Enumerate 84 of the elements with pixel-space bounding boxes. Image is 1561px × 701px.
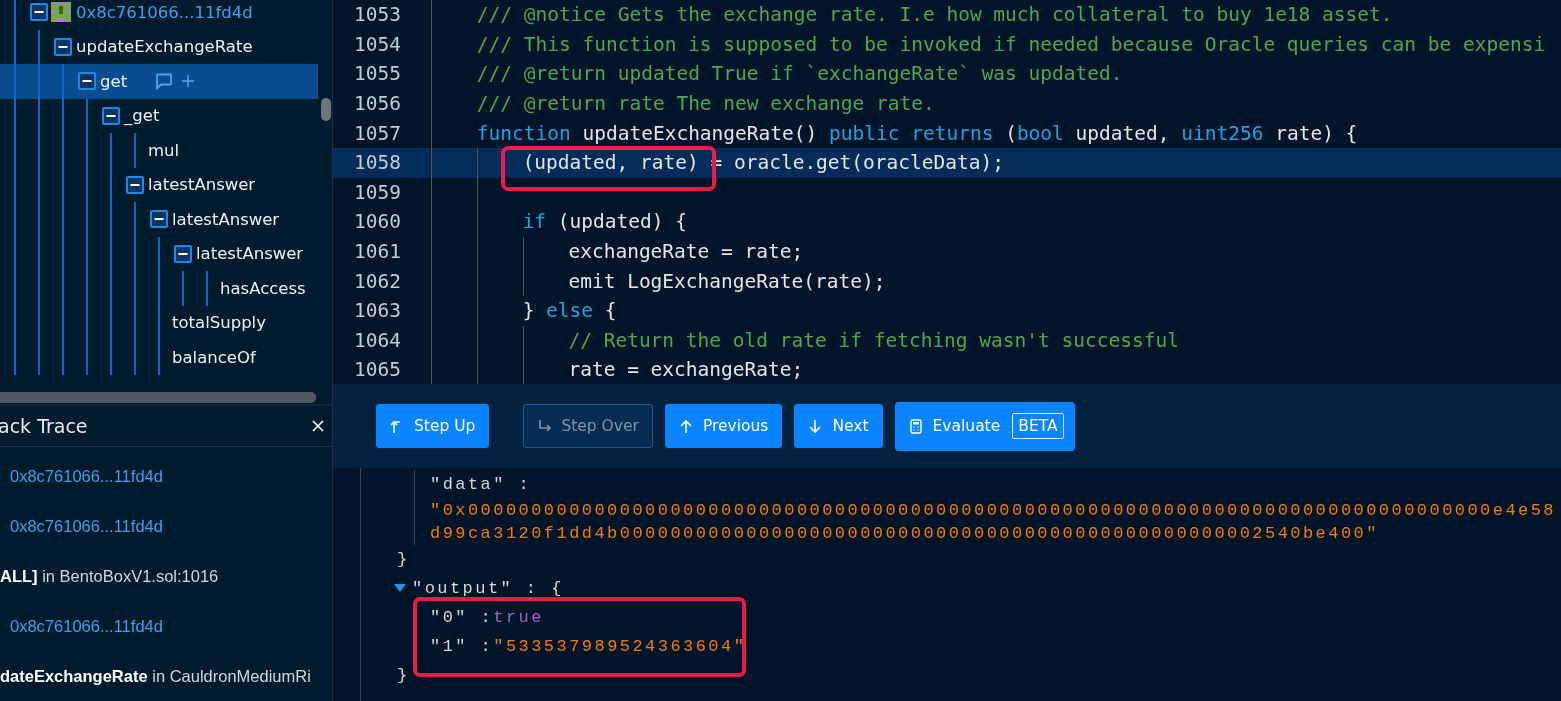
toolbar-button[interactable]: Next bbox=[794, 404, 883, 448]
collapse-toggle-icon[interactable] bbox=[174, 244, 192, 263]
code-line: rate = exchangeRate; bbox=[568, 358, 804, 382]
json-value: "0x000000000000000000000000000000000000000000000000000000000000000000000000000000000e4e58 bbox=[430, 501, 1556, 520]
calculator-icon bbox=[908, 418, 924, 434]
line-number: 1056 bbox=[353, 92, 402, 116]
code-line: } else { bbox=[522, 299, 617, 323]
expanded-triangle-icon[interactable] bbox=[394, 584, 406, 593]
call-tree-row[interactable]: latestAnswer bbox=[0, 236, 318, 271]
code-line: /// This function is supposed to be invoked if needed because Oracle queries can be expensi bbox=[476, 32, 1546, 56]
comment-icon[interactable] bbox=[155, 72, 174, 90]
line-number: 1053 bbox=[353, 3, 402, 27]
call-tree-row[interactable]: mul bbox=[0, 133, 318, 168]
code-line: exchangeRate = rate; bbox=[568, 240, 804, 264]
code-line: /// @notice Gets the exchange rate. I.e how much collateral to buy 1e18 asset. bbox=[476, 3, 1393, 27]
json-key: "0" : bbox=[430, 608, 494, 627]
down-arrow-icon bbox=[808, 418, 824, 434]
line-number: 1062 bbox=[353, 269, 402, 293]
line-number: 1061 bbox=[353, 240, 402, 264]
collapse-toggle-icon[interactable] bbox=[150, 210, 168, 229]
toolbar-button[interactable]: Evaluate BETA bbox=[894, 401, 1075, 451]
collapse-toggle-icon[interactable] bbox=[78, 72, 96, 91]
json-value: d99ca3120f1dd4b000000000000000000000000000000000000000000000000002540be400" bbox=[430, 524, 1379, 543]
function-name: hasAccess bbox=[219, 278, 306, 298]
identicon-icon bbox=[51, 2, 71, 23]
line-number: 1054 bbox=[353, 32, 402, 56]
function-name: totalSupply bbox=[171, 313, 266, 333]
call-tree-row[interactable]: _get bbox=[0, 98, 318, 133]
address-link[interactable]: 0x8c761066...11fd4d bbox=[75, 2, 253, 22]
function-name: get bbox=[99, 71, 128, 91]
json-key[interactable]: "output" : { bbox=[412, 579, 564, 598]
function-name: latestAnswer bbox=[195, 244, 304, 264]
json-value: "533537989524363604" bbox=[493, 637, 747, 656]
line-number: 1060 bbox=[353, 210, 402, 234]
call-tree-row[interactable]: get bbox=[0, 64, 318, 99]
line-number: 1057 bbox=[353, 121, 402, 145]
function-name: mul bbox=[147, 140, 180, 160]
add-icon[interactable] bbox=[182, 75, 195, 88]
line-number: 1059 bbox=[353, 180, 402, 204]
code-line: if (updated) { bbox=[522, 210, 687, 234]
collapse-toggle-icon[interactable] bbox=[102, 106, 120, 125]
collapse-toggle-icon[interactable] bbox=[30, 3, 48, 22]
panel-title: ack Trace bbox=[0, 415, 88, 437]
call-tree-row[interactable]: totalSupply bbox=[0, 305, 318, 340]
function-name: latestAnswer bbox=[147, 175, 256, 195]
up-arrow-icon bbox=[678, 418, 694, 434]
function-name: latestAnswer bbox=[171, 209, 280, 229]
call-tree-row[interactable]: latestAnswer bbox=[0, 167, 318, 202]
call-tree-row[interactable]: updateExchangeRate bbox=[0, 29, 318, 64]
code-line: /// @return updated True if `exchangeRate` was updated. bbox=[476, 62, 1123, 86]
close-icon[interactable] bbox=[312, 420, 324, 432]
step-over-icon bbox=[537, 418, 553, 434]
address-link[interactable]: 0x8c761066...11fd4d bbox=[0, 616, 163, 636]
function-name: updateExchangeRate bbox=[75, 37, 253, 57]
call-tree-row[interactable]: latestAnswer bbox=[0, 202, 318, 237]
code-line: function updateExchangeRate() public returns (bool updated, uint256 rate) { bbox=[476, 121, 1358, 145]
json-key: "1" : bbox=[430, 637, 494, 656]
line-number: 1063 bbox=[353, 299, 402, 323]
line-number: 1058 bbox=[353, 151, 402, 175]
function-name: _get bbox=[123, 106, 160, 126]
stack-frame[interactable]: dateExchangeRate in CauldronMediumRi bbox=[0, 666, 311, 686]
code-line: // Return the old rate if fetching wasn't successful bbox=[568, 328, 1179, 352]
toolbar-button[interactable]: Previous bbox=[664, 404, 783, 448]
scrollbar-thumb[interactable] bbox=[321, 98, 331, 121]
collapse-toggle-icon[interactable] bbox=[54, 37, 72, 56]
call-tree-row[interactable]: hasAccess bbox=[0, 271, 318, 306]
toolbar-button[interactable]: Step Up bbox=[376, 404, 490, 448]
function-name: balanceOf bbox=[171, 347, 256, 367]
scrollbar-thumb[interactable] bbox=[0, 392, 316, 403]
json-brace: } bbox=[397, 666, 410, 685]
address-link[interactable]: 0x8c761066...11fd4d bbox=[0, 466, 163, 486]
code-line: emit LogExchangeRate(rate); bbox=[568, 269, 886, 293]
address-link[interactable]: 0x8c761066...11fd4d bbox=[0, 516, 163, 536]
code-line: /// @return rate The new exchange rate. bbox=[476, 92, 935, 116]
beta-badge: BETA bbox=[1012, 413, 1064, 439]
json-key: "data" : bbox=[430, 475, 532, 494]
line-number: 1064 bbox=[353, 328, 402, 352]
line-number: 1065 bbox=[353, 358, 402, 382]
line-number: 1055 bbox=[353, 62, 402, 86]
call-tree-row[interactable]: balanceOf bbox=[0, 340, 318, 375]
json-value: true bbox=[493, 608, 544, 627]
stack-frame[interactable]: ALL] in BentoBoxV1.sol:1016 bbox=[0, 566, 219, 586]
collapse-toggle-icon[interactable] bbox=[126, 175, 144, 194]
json-brace: } bbox=[397, 550, 410, 569]
